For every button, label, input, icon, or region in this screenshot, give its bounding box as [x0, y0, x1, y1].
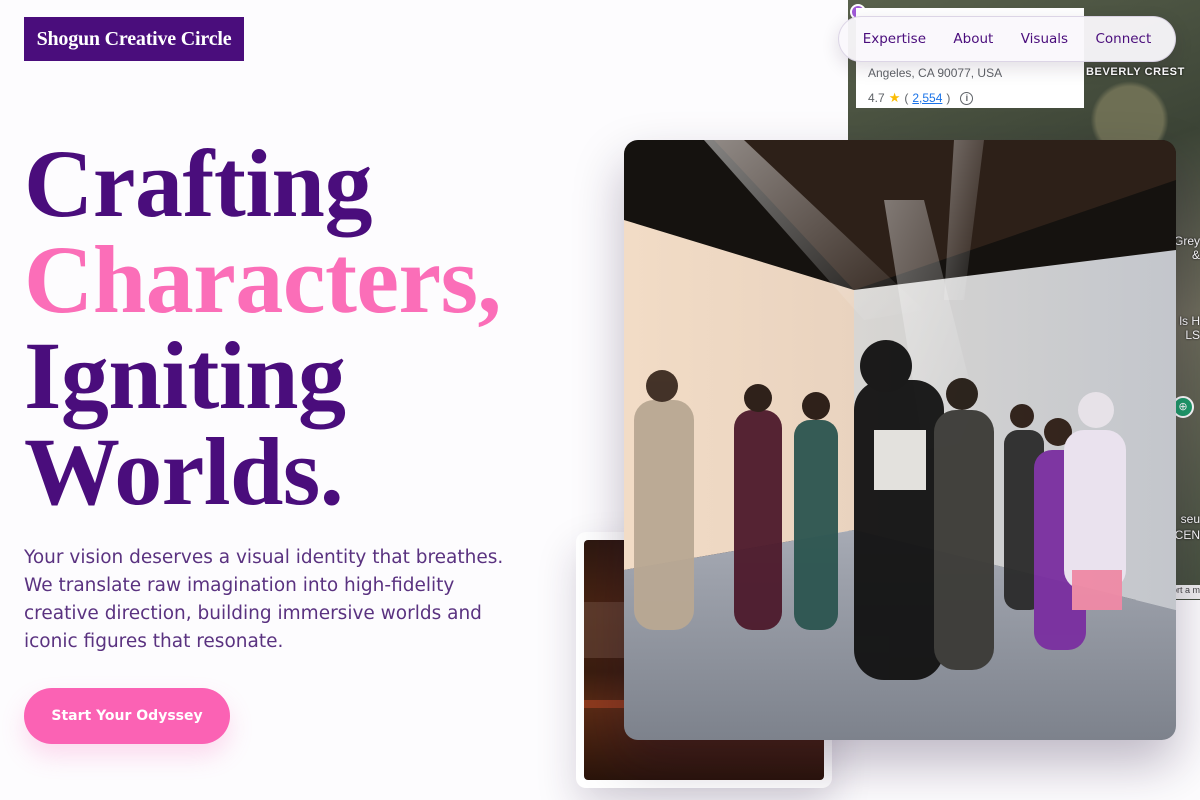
hero-photo	[624, 140, 1176, 740]
star-icon: ★	[888, 90, 901, 105]
headline-line-1: Crafting	[24, 130, 372, 237]
nav-link-connect[interactable]: Connect	[1095, 31, 1151, 47]
hero-headline: Crafting Characters, Igniting Worlds.	[24, 136, 501, 520]
map-edge-label-1: Grey	[1173, 234, 1200, 248]
info-icon[interactable]: i	[960, 91, 974, 105]
map-edge-label-6: CEN	[1174, 528, 1200, 542]
main-nav: Expertise About Visuals Connect	[838, 16, 1176, 62]
map-area-label: BEVERLY CREST	[1086, 66, 1185, 78]
hero-subtext: Your vision deserves a visual identity t…	[24, 547, 504, 652]
rating-value: 4.7	[868, 91, 885, 105]
map-edge-label-4: LS	[1185, 328, 1200, 342]
headline-line-4: Worlds.	[24, 418, 344, 525]
reviews-open-paren: (	[904, 91, 909, 105]
map-attribution[interactable]: ort a m	[1172, 585, 1200, 599]
reviews-link[interactable]: 2,554	[912, 91, 942, 105]
reviews-close-paren: )	[946, 91, 951, 105]
map-edge-label-5: seu	[1180, 512, 1200, 526]
map-edge-label-3: ls H	[1179, 314, 1200, 328]
nav-link-visuals[interactable]: Visuals	[1021, 31, 1068, 47]
start-odyssey-button[interactable]: Start Your Odyssey	[24, 688, 230, 744]
headline-line-2: Characters,	[24, 226, 501, 333]
nav-link-expertise[interactable]: Expertise	[863, 31, 926, 47]
place-rating: 4.7 ★ (2,554) i	[868, 90, 974, 106]
map-edge-label-2: &	[1191, 248, 1200, 262]
place-address: Angeles, CA 90077, USA	[868, 66, 1003, 80]
brand-logo[interactable]: Shogun Creative Circle	[24, 17, 244, 61]
headline-line-3: Igniting	[24, 322, 346, 429]
nav-link-about[interactable]: About	[953, 31, 993, 47]
